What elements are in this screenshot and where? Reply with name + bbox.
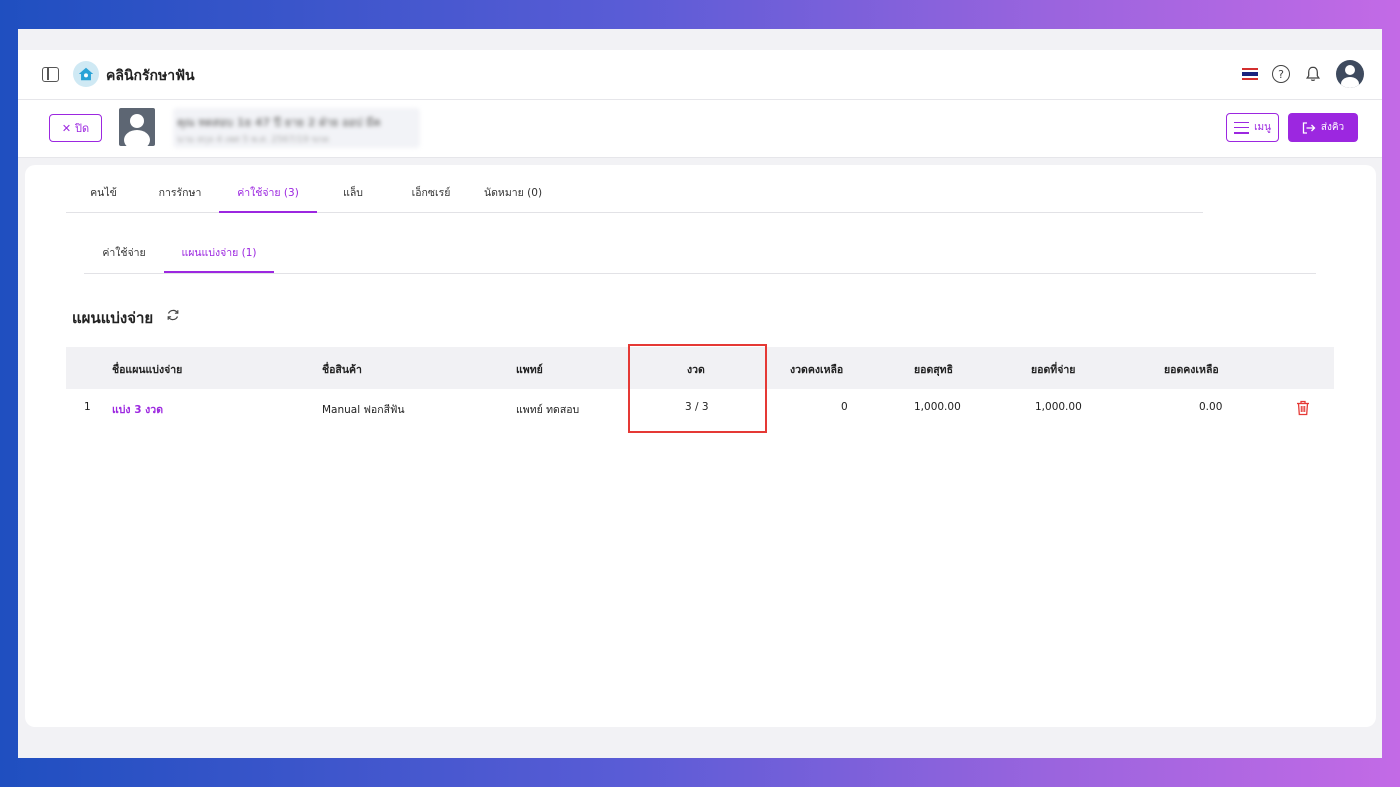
subtab-installment-plan[interactable]: แผนแบ่งจ่าย (1) (164, 242, 274, 273)
highlight-box (628, 344, 767, 433)
clinic-name: คลินิกรักษาฟัน (106, 68, 195, 84)
main-tabs: คนไข้ การรักษา ค่าใช้จ่าย (3) แล็บ เอ็กซ… (66, 182, 1203, 213)
help-icon[interactable]: ? (1272, 65, 1290, 83)
section-title: แผนแบ่งจ่าย (72, 309, 154, 327)
send-queue-label: ส่งคิว (1320, 122, 1345, 133)
plan-name-link[interactable]: แบ่ง 3 งวด (112, 401, 163, 418)
product-name: Manual ฟอกสีฟัน (322, 404, 405, 416)
user-avatar-icon[interactable] (1336, 60, 1364, 88)
tab-expenses[interactable]: ค่าใช้จ่าย (3) (219, 182, 317, 213)
tab-appointments[interactable]: นัดหมาย (0) (473, 182, 553, 213)
patient-photo (119, 108, 155, 146)
patient-name: คุณ ทดสอบ 1ย 47 ปี ยาย 2 ฝ่าย ออป มีค (177, 116, 381, 129)
hamburger-icon (1234, 121, 1250, 134)
top-right-actions: ? (1242, 60, 1364, 88)
logout-icon (1302, 121, 1316, 134)
row-index: 1 (84, 401, 91, 413)
tab-treatment[interactable]: การรักษา (141, 182, 219, 213)
thailand-flag-icon[interactable] (1242, 68, 1258, 80)
clinic-logo-icon (73, 61, 99, 87)
col-net-amount: ยอดสุทธิ (914, 364, 954, 376)
bell-icon[interactable] (1304, 65, 1322, 83)
patient-detail: นาม สกุล 4 เพศ 5 พ.ศ. 2567/19 ขกต (177, 135, 329, 145)
refresh-icon[interactable] (166, 308, 180, 322)
close-button[interactable]: ✕ ปิด (49, 114, 102, 142)
top-bar: คลินิกรักษาฟัน ? (18, 50, 1382, 100)
tab-lab[interactable]: แล็บ (317, 182, 389, 213)
tab-patient[interactable]: คนไข้ (66, 182, 141, 213)
paid-amount-value: 1,000.00 (1035, 401, 1082, 413)
menu-label: เมนู (1254, 122, 1271, 133)
net-amount-value: 1,000.00 (914, 401, 961, 413)
subtab-expenses[interactable]: ค่าใช้จ่าย (84, 242, 164, 273)
send-queue-button[interactable]: ส่งคิว (1288, 113, 1358, 142)
sidebar-toggle-icon[interactable] (42, 67, 59, 82)
doctor-name: แพทย์ ทดสอบ (516, 404, 580, 416)
balance-value: 0.00 (1199, 401, 1223, 413)
menu-button[interactable]: เมนู (1226, 113, 1279, 142)
remaining-installments-value: 0 (841, 401, 848, 413)
close-label: ปิด (75, 122, 90, 135)
patient-info-blurred: คุณ ทดสอบ 1ย 47 ปี ยาย 2 ฝ่าย ออป มีค นา… (173, 108, 420, 148)
trash-icon[interactable] (1296, 400, 1310, 416)
sub-tabs: ค่าใช้จ่าย แผนแบ่งจ่าย (1) (84, 242, 1316, 274)
col-plan-name: ชื่อแผนแบ่งจ่าย (112, 364, 183, 376)
tab-xray[interactable]: เอ็กซเรย์ (389, 182, 473, 213)
patient-bar: ✕ ปิด คุณ ทดสอบ 1ย 47 ปี ยาย 2 ฝ่าย ออป … (18, 100, 1382, 158)
col-doctor: แพทย์ (516, 364, 543, 376)
close-icon: ✕ (61, 121, 72, 135)
col-remaining-installments: งวดคงเหลือ (790, 364, 844, 376)
col-balance: ยอดคงเหลือ (1164, 364, 1219, 376)
col-product: ชื่อสินค้า (322, 364, 362, 376)
content-card: คนไข้ การรักษา ค่าใช้จ่าย (3) แล็บ เอ็กซ… (25, 165, 1376, 727)
col-paid-amount: ยอดที่จ่าย (1031, 364, 1076, 376)
